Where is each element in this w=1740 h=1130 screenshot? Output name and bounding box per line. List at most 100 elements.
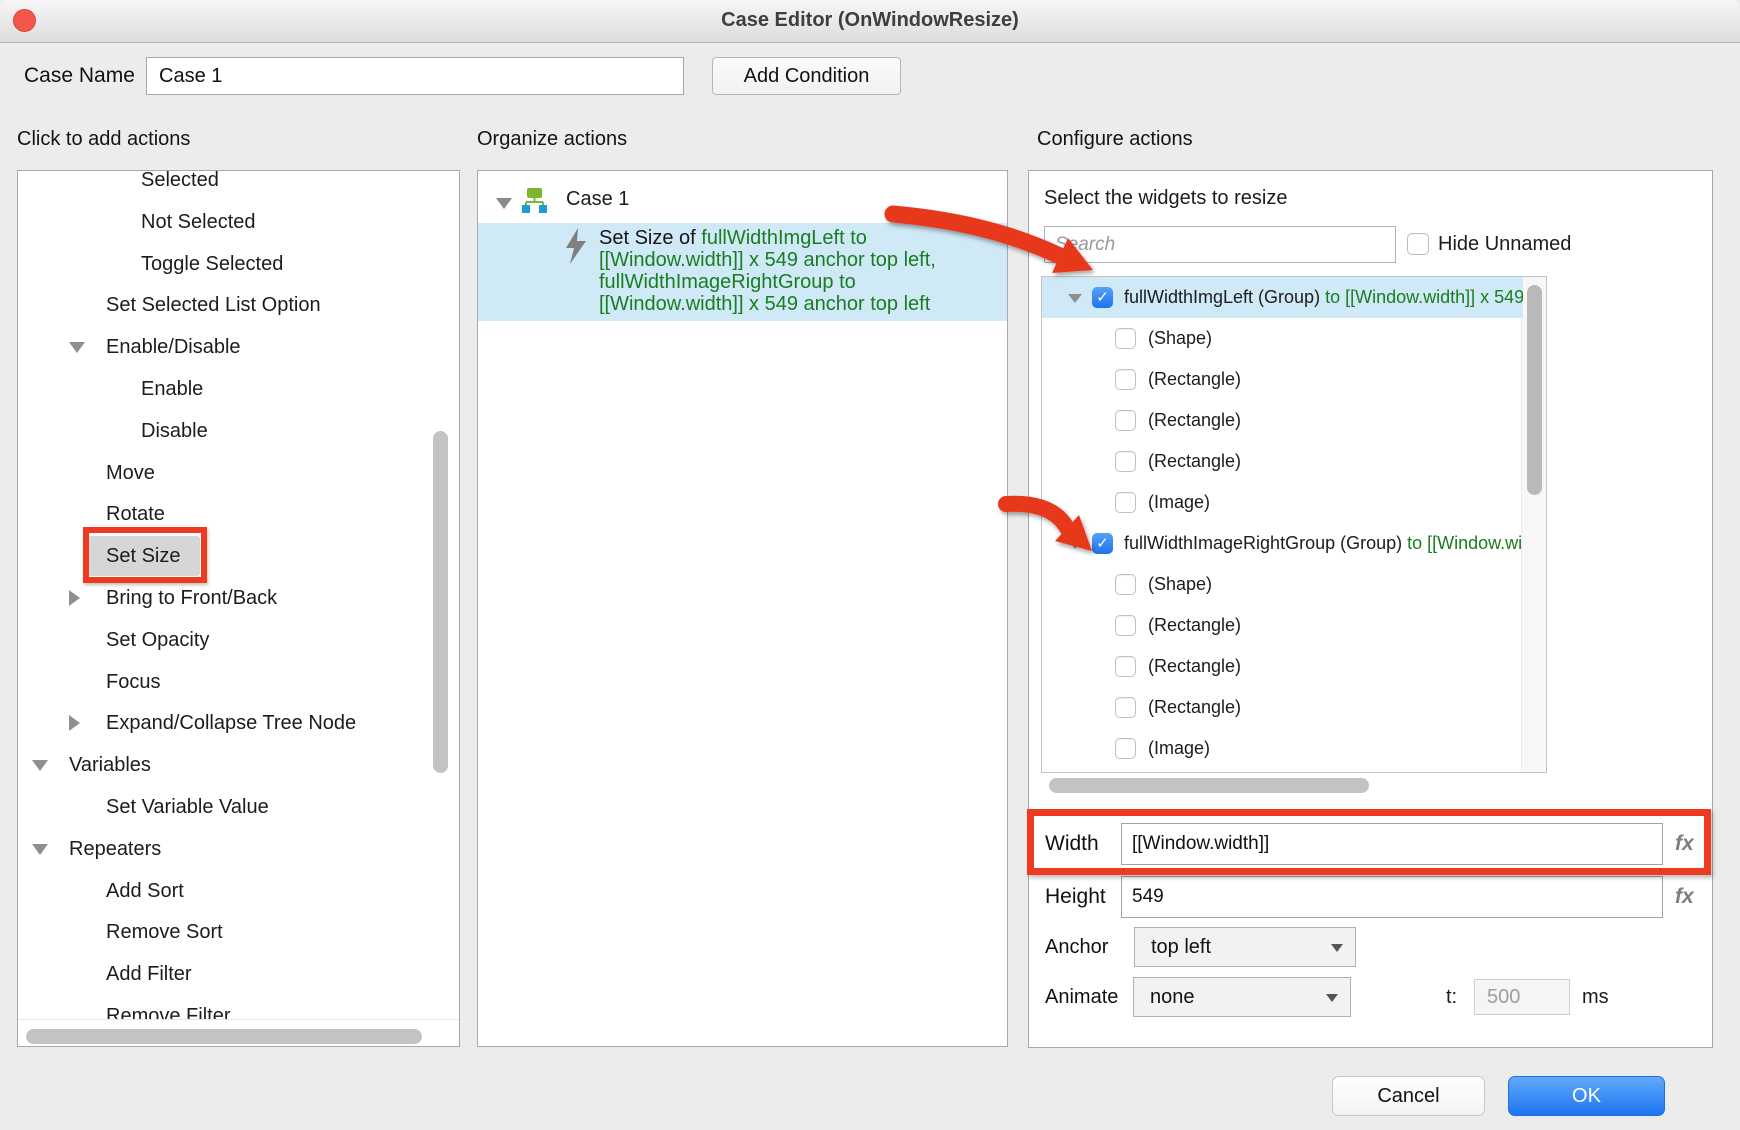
action-item-bring-to-front-back[interactable]: Bring to Front/Back xyxy=(18,577,460,619)
action-item-set-size[interactable]: Set Size xyxy=(18,535,460,577)
action-item-label: Set Selected List Option xyxy=(106,294,321,316)
widget-row-image[interactable]: (Image) xyxy=(1042,728,1522,769)
animate-dropdown[interactable]: none xyxy=(1133,977,1351,1017)
action-item-set-selected-list-option[interactable]: Set Selected List Option xyxy=(18,284,460,326)
horizontal-scrollbar-thumb[interactable] xyxy=(26,1029,422,1044)
ok-button[interactable]: OK xyxy=(1508,1076,1665,1116)
widget-row-fullwidthimgleft-group[interactable]: ✓ fullWidthImgLeft (Group) to [[Window.wi… xyxy=(1042,277,1523,318)
widget-checkbox[interactable] xyxy=(1115,328,1136,349)
widget-checkbox[interactable]: ✓ xyxy=(1092,287,1113,308)
anchor-dropdown[interactable]: top left xyxy=(1134,927,1356,967)
widget-label: (Image) xyxy=(1148,728,1210,769)
action-item-set-variable-value[interactable]: Set Variable Value xyxy=(18,786,460,828)
action-item-label: Repeaters xyxy=(69,838,161,860)
action-item-label: Variables xyxy=(69,754,151,776)
horizontal-scrollbar-thumb[interactable] xyxy=(1049,778,1369,793)
widget-checkbox[interactable] xyxy=(1115,492,1136,513)
action-item-label: Set Variable Value xyxy=(106,796,269,818)
time-input[interactable] xyxy=(1474,979,1570,1015)
widget-checkbox[interactable] xyxy=(1115,615,1136,636)
action-item-set-opacity[interactable]: Set Opacity xyxy=(18,619,460,661)
action-item-label: Focus xyxy=(106,671,160,693)
case-tree-row[interactable]: Case 1 xyxy=(478,179,1007,221)
widget-row-fullwidthimagerightgroup-group[interactable]: ✓fullWidthImageRightGroup (Group) to [[W… xyxy=(1042,523,1522,564)
action-item-remove-sort[interactable]: Remove Sort xyxy=(18,911,460,953)
widget-checkbox[interactable] xyxy=(1115,410,1136,431)
widget-row-rectangle[interactable]: (Rectangle) xyxy=(1042,359,1522,400)
action-item-add-filter[interactable]: Add Filter xyxy=(18,953,460,995)
widget-checkbox[interactable]: ✓ xyxy=(1092,533,1113,554)
collapse-down-icon[interactable] xyxy=(1068,294,1082,303)
height-label: Height xyxy=(1045,876,1106,918)
action-item-enable-disable[interactable]: Enable/Disable xyxy=(18,326,460,368)
widget-label: (Shape) xyxy=(1148,564,1212,605)
height-fx-button[interactable]: fx xyxy=(1675,876,1694,918)
case-name-input[interactable] xyxy=(146,57,684,95)
vertical-scrollbar-thumb[interactable] xyxy=(433,431,448,773)
action-item-label: Disable xyxy=(141,420,208,442)
action-item-disable[interactable]: Disable xyxy=(18,410,460,452)
action-description-line: [[Window.width]] x 549 anchor top left xyxy=(599,293,936,315)
case-sitemap-icon xyxy=(521,187,548,219)
expand-down-icon[interactable] xyxy=(32,760,48,771)
add-condition-button[interactable]: Add Condition xyxy=(712,57,901,95)
action-item-focus[interactable]: Focus xyxy=(18,661,460,703)
selected-action-row[interactable]: Set Size of fullWidthImgLeft to[[Window.… xyxy=(478,223,1007,321)
action-item-repeaters[interactable]: Repeaters xyxy=(18,828,460,870)
expand-right-icon[interactable] xyxy=(69,590,80,606)
action-item-label: Add Filter xyxy=(106,963,192,985)
collapse-down-icon[interactable] xyxy=(1068,540,1082,549)
annotation-red-box-set-size xyxy=(83,527,207,583)
cancel-button[interactable]: Cancel xyxy=(1332,1076,1485,1116)
widget-label: fullWidthImgLeft (Group) to [[Window.wid… xyxy=(1124,277,1523,318)
vertical-scrollbar-thumb[interactable] xyxy=(1527,285,1542,495)
action-item-variables[interactable]: Variables xyxy=(18,744,460,786)
collapse-down-icon[interactable] xyxy=(496,198,512,209)
expand-right-icon[interactable] xyxy=(69,715,80,731)
vertical-scrollbar-track xyxy=(1521,277,1546,772)
action-item-expand-collapse-tree-node[interactable]: Expand/Collapse Tree Node xyxy=(18,702,460,744)
widget-row-image[interactable]: (Image) xyxy=(1042,482,1522,523)
action-item-enable[interactable]: Enable xyxy=(18,368,460,410)
widget-checkbox[interactable] xyxy=(1115,574,1136,595)
widget-row-rectangle[interactable]: (Rectangle) xyxy=(1042,400,1522,441)
action-item-selected[interactable]: Selected xyxy=(18,170,460,201)
action-item-label: Toggle Selected xyxy=(141,253,283,275)
widget-checkbox[interactable] xyxy=(1115,369,1136,390)
widget-label: (Rectangle) xyxy=(1148,646,1241,687)
action-item-label: Rotate xyxy=(106,503,165,525)
expand-down-icon[interactable] xyxy=(32,844,48,855)
action-item-add-sort[interactable]: Add Sort xyxy=(18,870,460,912)
hide-unnamed-checkbox[interactable] xyxy=(1407,233,1429,255)
action-item-toggle-selected[interactable]: Toggle Selected xyxy=(18,243,460,285)
widget-row-rectangle[interactable]: (Rectangle) xyxy=(1042,646,1522,687)
widget-checkbox[interactable] xyxy=(1115,451,1136,472)
action-description: Set Size of fullWidthImgLeft to[[Window.… xyxy=(599,227,936,315)
widget-list: ✓ fullWidthImgLeft (Group) to [[Window.wi… xyxy=(1041,276,1547,773)
anchor-value: top left xyxy=(1151,936,1211,958)
widget-label: (Shape) xyxy=(1148,318,1212,359)
case-name-label: Case Name xyxy=(24,64,135,88)
time-label: t: xyxy=(1446,977,1457,1017)
action-item-move[interactable]: Move xyxy=(18,452,460,494)
widget-label: (Rectangle) xyxy=(1148,359,1241,400)
height-input[interactable] xyxy=(1121,876,1663,918)
widget-row-shape[interactable]: (Shape) xyxy=(1042,564,1522,605)
widget-row-rectangle[interactable]: (Rectangle) xyxy=(1042,687,1522,728)
middle-column-title: Organize actions xyxy=(477,128,627,151)
widget-checkbox[interactable] xyxy=(1115,656,1136,677)
search-input[interactable] xyxy=(1044,226,1396,263)
expand-down-icon[interactable] xyxy=(69,342,85,353)
widget-checkbox[interactable] xyxy=(1115,738,1136,759)
action-description-line: [[Window.width]] x 549 anchor top left, xyxy=(599,249,936,271)
configure-panel-title: Select the widgets to resize xyxy=(1044,187,1287,210)
hide-unnamed-label: Hide Unnamed xyxy=(1438,233,1571,256)
action-bolt-icon xyxy=(564,228,588,269)
widget-row-rectangle[interactable]: (Rectangle) xyxy=(1042,441,1522,482)
widget-row-shape[interactable]: (Shape) xyxy=(1042,318,1522,359)
widget-row-rectangle[interactable]: (Rectangle) xyxy=(1042,605,1522,646)
action-description-line: fullWidthImageRightGroup to xyxy=(599,271,936,293)
chevron-down-icon xyxy=(1326,994,1338,1002)
action-item-not-selected[interactable]: Not Selected xyxy=(18,201,460,243)
widget-checkbox[interactable] xyxy=(1115,697,1136,718)
